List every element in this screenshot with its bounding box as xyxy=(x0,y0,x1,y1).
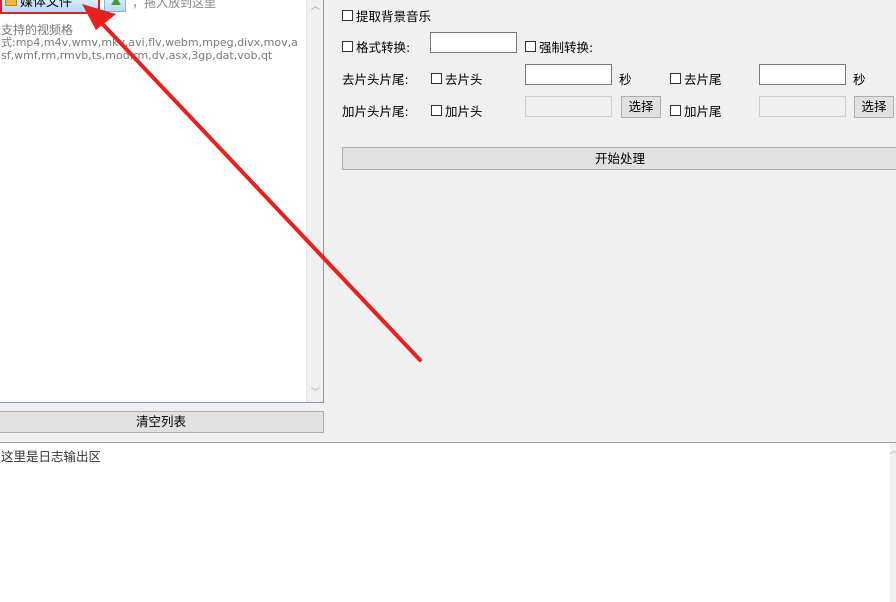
add-head-option[interactable]: 加片头 xyxy=(431,101,483,120)
format-convert-option[interactable]: 格式转换: xyxy=(342,37,410,56)
trim-tail-seconds-input[interactable] xyxy=(759,64,846,85)
trim-tail-seconds-unit: 秒 xyxy=(853,72,866,87)
start-processing-button[interactable]: 开始处理 xyxy=(342,147,896,170)
add-head-checkbox[interactable] xyxy=(431,105,442,116)
add-label: 加片头片尾: xyxy=(342,104,409,119)
add-tail-label: 加片尾 xyxy=(684,104,722,119)
format-convert-label: 格式转换: xyxy=(356,40,411,55)
file-list-panel[interactable]: ︿ ﹀ 支持的视频格 式:mp4,m4v,wmv,mkv,avi,flv,web… xyxy=(0,0,324,403)
trim-tail-checkbox[interactable] xyxy=(670,73,681,84)
add-head-label: 加片头 xyxy=(445,104,483,119)
file-list-scrollbar[interactable]: ︿ ﹀ xyxy=(306,0,323,402)
trim-head-option[interactable]: 去片头 xyxy=(431,69,483,88)
log-placeholder-text: 这里是日志输出区 xyxy=(1,449,102,464)
media-file-button[interactable]: 媒体文件 xyxy=(0,0,100,14)
force-convert-checkbox[interactable] xyxy=(525,41,536,52)
add-tail-select-button[interactable]: 选择 xyxy=(854,96,894,118)
log-output-area[interactable]: 这里是日志输出区 ︿ xyxy=(0,442,896,602)
add-head-select-button[interactable]: 选择 xyxy=(621,96,661,118)
up-arrow-icon xyxy=(111,0,121,5)
trim-head-seconds-input[interactable] xyxy=(525,64,612,85)
supported-formats-list: 式:mp4,m4v,wmv,mkv,avi,flv,webm,mpeg,divx… xyxy=(1,36,298,62)
add-head-path-input[interactable] xyxy=(525,96,612,117)
scroll-down-arrow-icon[interactable]: ﹀ xyxy=(307,385,324,402)
extract-bg-music-checkbox[interactable] xyxy=(342,10,353,21)
extract-bg-music-label: 提取背景音乐 xyxy=(356,9,432,24)
media-file-button-label: 媒体文件 xyxy=(20,0,73,10)
scroll-up-arrow-icon[interactable]: ︿ xyxy=(307,0,324,16)
add-button[interactable] xyxy=(104,0,126,12)
trim-head-label: 去片头 xyxy=(445,72,483,87)
force-convert-option[interactable]: 强制转换: xyxy=(525,37,593,56)
format-convert-checkbox[interactable] xyxy=(342,41,353,52)
trim-head-seconds-unit: 秒 xyxy=(619,72,632,87)
extract-bg-music-option[interactable]: 提取背景音乐 xyxy=(342,6,431,25)
force-convert-label: 强制转换: xyxy=(539,40,594,55)
log-scrollbar[interactable]: ︿ xyxy=(890,443,896,602)
add-tail-checkbox[interactable] xyxy=(670,105,681,116)
trim-tail-option[interactable]: 去片尾 xyxy=(670,69,722,88)
trim-label: 去片头片尾: xyxy=(342,72,409,87)
clear-list-button[interactable]: 清空列表 xyxy=(0,411,324,433)
add-tail-option[interactable]: 加片尾 xyxy=(670,101,722,120)
format-convert-input[interactable] xyxy=(430,32,517,53)
drag-hint: ，拖入放到这里 xyxy=(132,0,217,10)
log-scroll-up-icon[interactable]: ︿ xyxy=(890,445,896,456)
add-tail-path-input[interactable] xyxy=(759,96,846,117)
folder-icon xyxy=(5,0,17,6)
trim-tail-label: 去片尾 xyxy=(684,72,722,87)
trim-head-checkbox[interactable] xyxy=(431,73,442,84)
